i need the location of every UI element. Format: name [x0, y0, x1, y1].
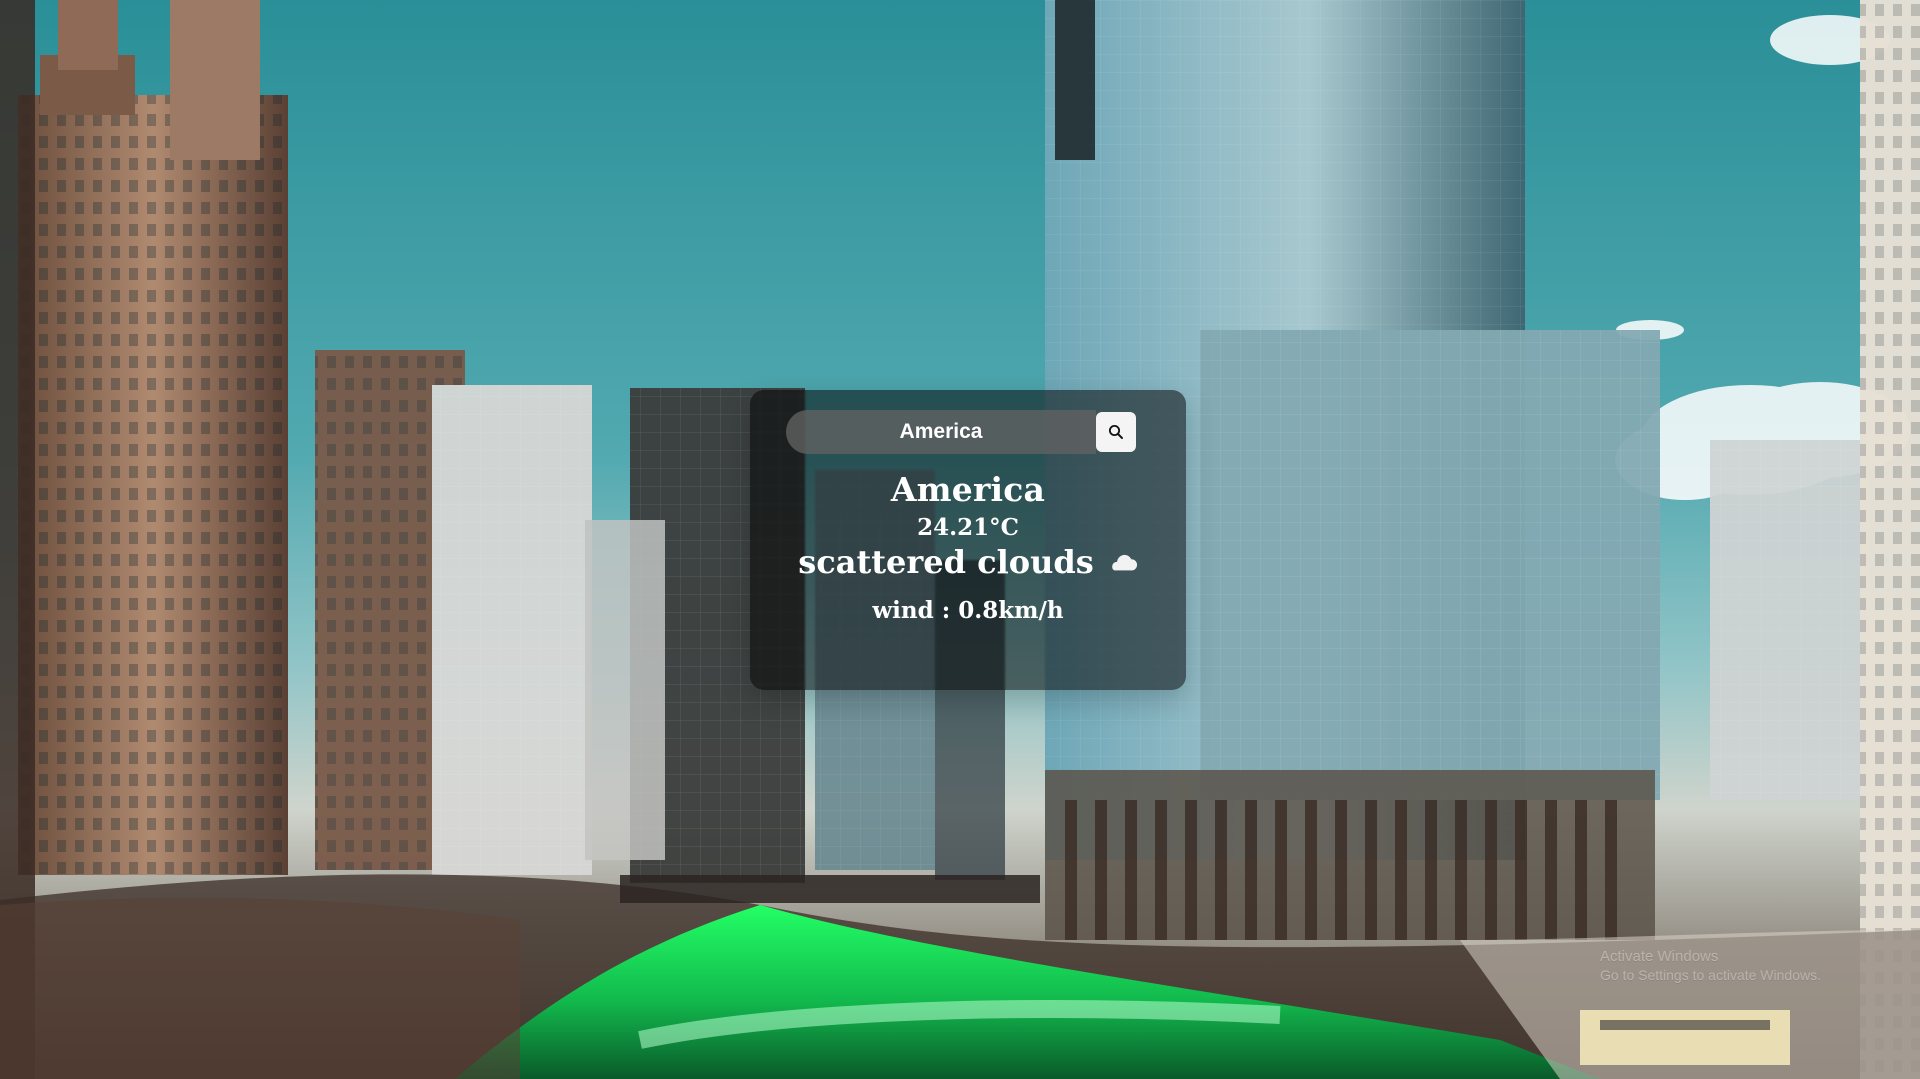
temperature: 24.21°C — [917, 514, 1019, 541]
search-button[interactable] — [1096, 412, 1136, 452]
wind-speed: wind : 0.8km/h — [872, 597, 1064, 624]
activate-windows-title: Activate Windows — [1600, 948, 1719, 965]
weather-condition: scattered clouds — [750, 543, 1186, 581]
search-icon — [1108, 424, 1123, 439]
activate-windows-subtitle: Go to Settings to activate Windows. — [1600, 967, 1821, 983]
condition-text: scattered clouds — [798, 543, 1094, 581]
cloud-icon — [1111, 554, 1137, 572]
weather-card: America 24.21°C scattered clouds wind : … — [750, 390, 1186, 690]
activate-windows-watermark: Activate Windows Go to Settings to activ… — [1600, 948, 1900, 984]
search-bar — [786, 410, 1186, 454]
city-name: America — [890, 470, 1046, 509]
search-input[interactable] — [786, 410, 1096, 454]
